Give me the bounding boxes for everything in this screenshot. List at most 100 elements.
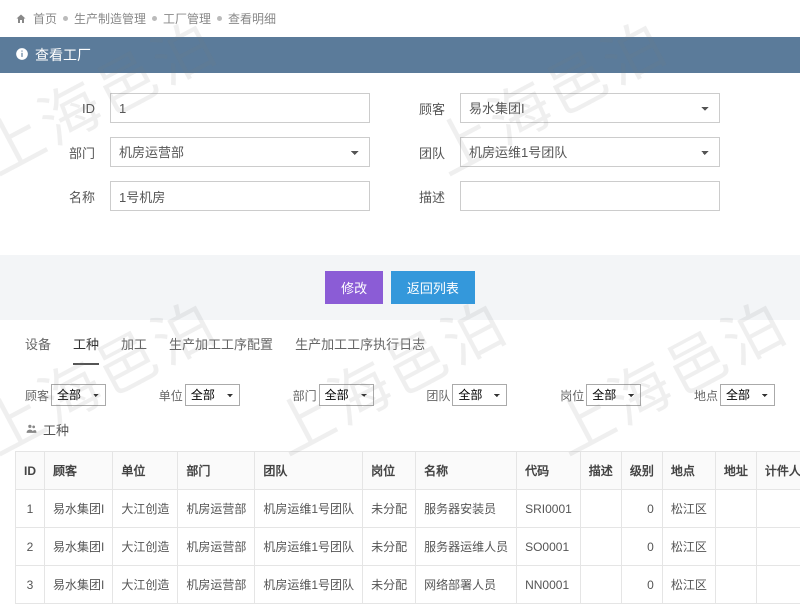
table-cell: 100.00: [756, 490, 800, 528]
breadcrumb-item: 查看明细: [228, 10, 276, 27]
breadcrumb-sep: [152, 16, 157, 21]
table-cell: 易水集团I: [45, 566, 113, 604]
table-cell: 2.00: [756, 566, 800, 604]
filter-dept-select[interactable]: 全部: [319, 384, 374, 406]
table-cell: 未分配: [363, 566, 416, 604]
table-cell: 3: [16, 566, 45, 604]
filter-post-select[interactable]: 全部: [586, 384, 641, 406]
filter-location-select[interactable]: 全部: [720, 384, 775, 406]
dept-select[interactable]: 机房运营部: [110, 137, 370, 167]
form-area: ID 顾客 易水集团I 部门 机房运营部 团队 机房运维1号团队 名称: [0, 73, 800, 255]
table-header-row: ID 顾客 单位 部门 团队 岗位 名称 代码 描述 级别 地点 地址 计件人力…: [16, 452, 800, 490]
table-cell: NN0001: [517, 566, 581, 604]
th-desc[interactable]: 描述: [580, 452, 621, 490]
table-cell: 机房运维1号团队: [255, 566, 363, 604]
filter-location-label: 地点: [694, 387, 718, 404]
table-cell: 0: [621, 566, 662, 604]
table-cell: 松江区: [662, 490, 715, 528]
filter-customer-label: 顾客: [25, 387, 49, 404]
filter-team-label: 团队: [426, 387, 450, 404]
table-cell: 机房运营部: [178, 566, 255, 604]
table-cell: SO0001: [517, 528, 581, 566]
desc-field[interactable]: [460, 181, 720, 211]
table-cell: SRI0001: [517, 490, 581, 528]
tab-process-config[interactable]: 生产加工工序配置: [169, 334, 273, 365]
th-team[interactable]: 团队: [255, 452, 363, 490]
filters: 顾客 全部 单位 全部 部门 全部 团队 全部 岗位 全部 地点 全部: [0, 366, 800, 414]
table-cell: [715, 490, 756, 528]
table-cell: [580, 490, 621, 528]
modify-button[interactable]: 修改: [325, 271, 383, 304]
table-row[interactable]: 3易水集团I大江创造机房运营部机房运维1号团队未分配网络部署人员NN0001 0松…: [16, 566, 800, 604]
th-address[interactable]: 地址: [715, 452, 756, 490]
filter-customer: 顾客 全部: [25, 384, 106, 406]
table-row[interactable]: 1易水集团I大江创造机房运营部机房运维1号团队未分配服务器安装员SRI00010…: [16, 490, 800, 528]
filter-dept: 部门 全部: [293, 384, 374, 406]
th-customer[interactable]: 顾客: [45, 452, 113, 490]
table-cell: 服务器安装员: [416, 490, 517, 528]
table-row[interactable]: 2易水集团I大江创造机房运营部机房运维1号团队未分配服务器运维人员SO00010…: [16, 528, 800, 566]
th-code[interactable]: 代码: [517, 452, 581, 490]
customer-label: 顾客: [400, 99, 460, 118]
tab-process[interactable]: 加工: [121, 334, 147, 365]
breadcrumb-item[interactable]: 工厂管理: [163, 10, 211, 27]
table-cell: 易水集团I: [45, 528, 113, 566]
page-header: 查看工厂: [0, 37, 800, 73]
back-button[interactable]: 返回列表: [391, 271, 475, 304]
page-title: 查看工厂: [35, 45, 91, 65]
table-cell: 松江区: [662, 566, 715, 604]
table-cell: 0: [621, 528, 662, 566]
table-cell: 服务器运维人员: [416, 528, 517, 566]
users-icon: [25, 422, 38, 438]
th-level[interactable]: 级别: [621, 452, 662, 490]
name-label: 名称: [30, 187, 110, 206]
breadcrumb-sep: [217, 16, 222, 21]
filter-unit: 单位 全部: [159, 384, 240, 406]
tabs: 设备 工种 加工 生产加工工序配置 生产加工工序执行日志: [0, 320, 800, 366]
breadcrumb: 首页 生产制造管理 工厂管理 查看明细: [0, 0, 800, 37]
desc-label: 描述: [400, 187, 460, 206]
table-cell: 机房运营部: [178, 528, 255, 566]
th-dept[interactable]: 部门: [178, 452, 255, 490]
table-cell: 网络部署人员: [416, 566, 517, 604]
filter-unit-select[interactable]: 全部: [185, 384, 240, 406]
button-bar: 修改 返回列表: [0, 255, 800, 320]
section-title: 工种: [0, 414, 800, 451]
table-cell: 机房运维1号团队: [255, 490, 363, 528]
th-cost[interactable]: 计件人力成本: [756, 452, 800, 490]
breadcrumb-item[interactable]: 首页: [33, 10, 57, 27]
id-label: ID: [30, 101, 110, 116]
filter-post-label: 岗位: [560, 387, 584, 404]
breadcrumb-item[interactable]: 生产制造管理: [74, 10, 146, 27]
table-cell: 1: [16, 490, 45, 528]
tab-worktype[interactable]: 工种: [73, 334, 99, 365]
tab-process-log[interactable]: 生产加工工序执行日志: [295, 334, 425, 365]
team-select[interactable]: 机房运维1号团队: [460, 137, 720, 167]
filter-post: 岗位 全部: [560, 384, 641, 406]
table-cell: 大江创造: [113, 490, 178, 528]
table-cell: [715, 566, 756, 604]
filter-team-select[interactable]: 全部: [452, 384, 507, 406]
table-cell: 机房运营部: [178, 490, 255, 528]
th-location[interactable]: 地点: [662, 452, 715, 490]
table-cell: 易水集团I: [45, 490, 113, 528]
table-cell: 2: [16, 528, 45, 566]
tab-equipment[interactable]: 设备: [25, 334, 51, 365]
th-name[interactable]: 名称: [416, 452, 517, 490]
table-cell: [580, 528, 621, 566]
th-unit[interactable]: 单位: [113, 452, 178, 490]
table-cell: 0.00: [756, 528, 800, 566]
table-cell: 大江创造: [113, 566, 178, 604]
th-id[interactable]: ID: [16, 452, 45, 490]
team-label: 团队: [400, 143, 460, 162]
id-field[interactable]: [110, 93, 370, 123]
table-cell: 未分配: [363, 490, 416, 528]
filter-dept-label: 部门: [293, 387, 317, 404]
dept-label: 部门: [30, 143, 110, 162]
name-field[interactable]: [110, 181, 370, 211]
breadcrumb-sep: [63, 16, 68, 21]
filter-team: 团队 全部: [426, 384, 507, 406]
filter-customer-select[interactable]: 全部: [51, 384, 106, 406]
customer-select[interactable]: 易水集团I: [460, 93, 720, 123]
th-post[interactable]: 岗位: [363, 452, 416, 490]
